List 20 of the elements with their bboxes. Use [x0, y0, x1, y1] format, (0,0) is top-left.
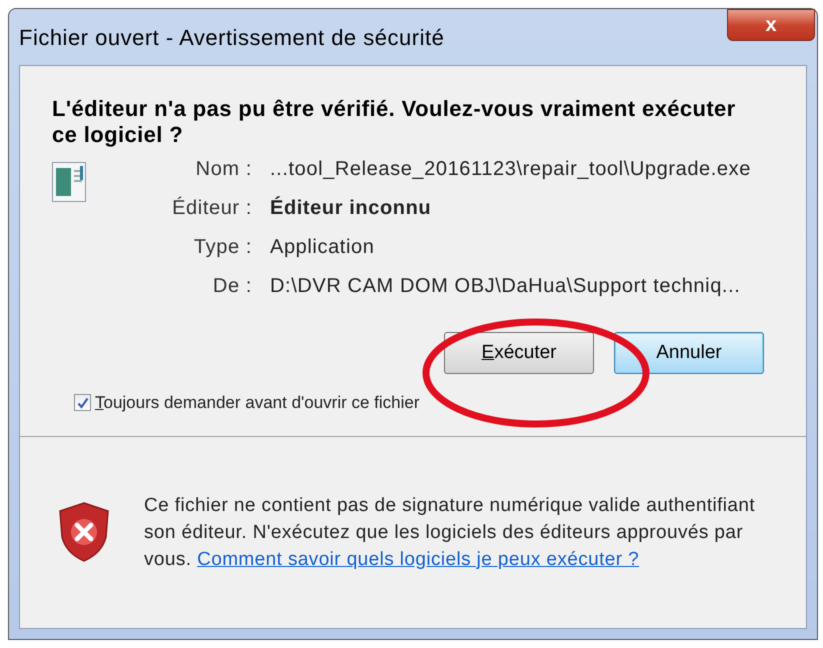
checkbox[interactable] [74, 394, 91, 412]
dialog-button[interactable]: Exécuter [444, 332, 594, 374]
close-button[interactable]: x [727, 9, 815, 41]
dialog-button[interactable]: Annuler [614, 332, 764, 374]
field-value: Application [270, 236, 376, 259]
field-label: De : [212, 275, 252, 298]
help-link[interactable]: Comment savoir quels logiciels je peux exécuter ? [197, 548, 640, 570]
checkmark-icon [76, 396, 88, 409]
window-title: Fichier ouvert - Avertissement de sécurité [19, 24, 444, 52]
field-value: ...tool_Release_20161123\repair_tool\Upgrade.exe [270, 158, 751, 181]
checkbox-label[interactable]: Toujours demander avant d'ouvrir ce fichier [95, 390, 420, 416]
shield-error-icon [58, 501, 110, 564]
signature-warning-text: Ce fichier ne contient pas de signature numérique valide authentifiant son éditeur. N'exécutez que les logiciels des éditeurs approuvés par vous. Comment savoir quels logiciels je peux exécuter ? [144, 494, 756, 572]
field-label: Éditeur : [171, 197, 252, 220]
field-label: Nom : [194, 158, 252, 181]
warning-heading: L'éditeur n'a pas pu être vérifié. Voulez-vous vraiment exécuter ce logiciel ? [52, 96, 737, 148]
field-label: Type : [192, 236, 252, 259]
field-value: D:\DVR CAM DOM OBJ\DaHua\Support techniq... [270, 275, 742, 298]
field-value: Éditeur inconnu [270, 197, 432, 220]
application-icon [52, 162, 86, 202]
